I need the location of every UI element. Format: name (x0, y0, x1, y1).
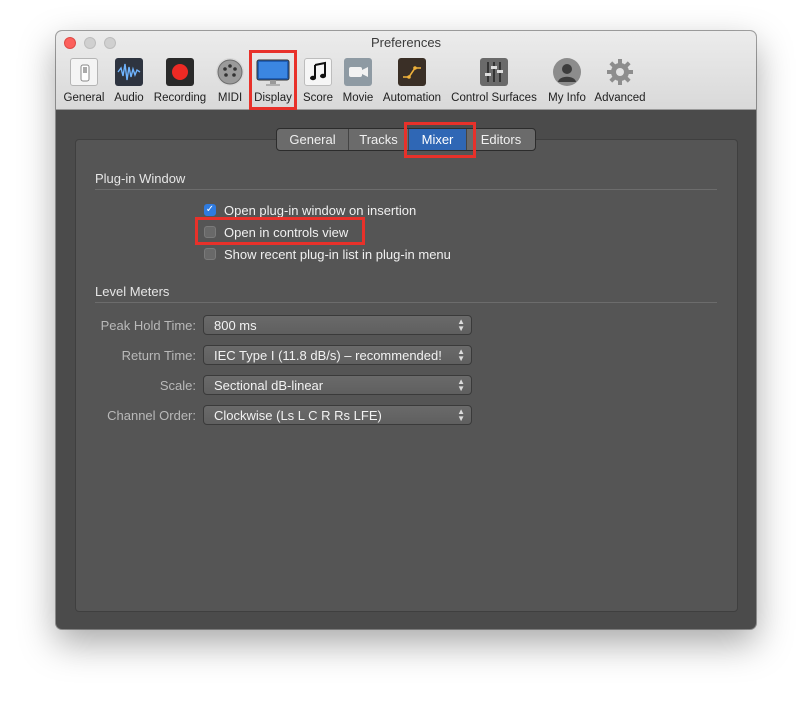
person-icon (553, 58, 581, 86)
toolbar-item-audio[interactable]: Audio (110, 55, 148, 105)
option-label: Open plug-in window on insertion (224, 202, 417, 218)
up-down-arrows-icon: ▲ ▼ (457, 377, 465, 393)
gear-icon (606, 58, 634, 86)
checkbox-open-on-insertion[interactable]: ✓ (204, 204, 216, 216)
music-note-icon (304, 58, 332, 86)
tab-general[interactable]: General (277, 129, 349, 150)
peak-hold-time-popup[interactable]: 800 ms ▲ ▼ (203, 315, 472, 335)
peak-hold-time-label: Peak Hold Time: (100, 318, 196, 333)
up-down-arrows-icon: ▲ ▼ (457, 347, 465, 363)
toolbar-item-automation[interactable]: Automation (380, 55, 444, 105)
scale-label: Scale: (159, 378, 196, 393)
toolbar-label-my-info: My Info (548, 92, 586, 104)
return-time-label: Return Time: (121, 348, 196, 363)
toolbar-item-control-surfaces[interactable]: Control Surfaces (448, 55, 540, 105)
toolbar-item-advanced[interactable]: Advanced (592, 55, 648, 105)
level-meters-heading: Level Meters (95, 284, 170, 299)
tab-editors[interactable]: Editors (467, 129, 535, 150)
popup-value: IEC Type I (11.8 dB/s) – recommended! (214, 348, 442, 363)
checkmark-icon: ✓ (205, 204, 215, 215)
channel-order-popup[interactable]: Clockwise (Ls L C R Rs LFE) ▲ ▼ (203, 405, 472, 425)
toolbar-item-my-info[interactable]: My Info (544, 55, 590, 105)
up-down-arrows-icon: ▲ ▼ (457, 317, 465, 333)
toolbar-item-midi[interactable]: MIDI (214, 55, 246, 105)
level-meters-divider (95, 302, 717, 303)
switch-icon (70, 58, 98, 86)
automation-curve-icon (398, 58, 426, 86)
channel-order-label: Channel Order: (107, 408, 196, 423)
toolbar-label-general: General (63, 92, 105, 104)
tab-tracks[interactable]: Tracks (349, 129, 409, 150)
plugin-window-heading: Plug-in Window (95, 171, 186, 186)
plugin-window-divider (95, 189, 717, 190)
popup-value: Sectional dB-linear (214, 378, 324, 393)
title-bar: Preferences General Audio Recording MIDI… (56, 31, 756, 110)
scale-popup[interactable]: Sectional dB-linear ▲ ▼ (203, 375, 472, 395)
toolbar-item-movie[interactable]: Movie (340, 55, 376, 105)
faders-icon (480, 58, 508, 86)
popup-value: Clockwise (Ls L C R Rs LFE) (214, 408, 382, 423)
display-highlight-box (249, 50, 297, 110)
record-icon (166, 58, 194, 86)
option-show-recent-plugin-list[interactable]: Show recent plug-in list in plug-in menu (204, 245, 451, 263)
toolbar-label-score: Score (302, 92, 334, 104)
video-camera-icon (344, 58, 372, 86)
toolbar-label-advanced: Advanced (594, 92, 646, 104)
toolbar-label-audio: Audio (114, 92, 144, 104)
waveform-icon (115, 58, 143, 86)
midi-connector-icon (216, 58, 244, 86)
option-label: Show recent plug-in list in plug-in menu (224, 246, 451, 262)
toolbar-label-midi: MIDI (217, 92, 243, 104)
toolbar-label-recording: Recording (153, 92, 207, 104)
return-time-popup[interactable]: IEC Type I (11.8 dB/s) – recommended! ▲ ▼ (203, 345, 472, 365)
controls-view-highlight-box (195, 217, 365, 245)
toolbar-label-automation: Automation (382, 92, 442, 104)
toolbar-label-control-surfaces: Control Surfaces (451, 92, 537, 104)
preferences-window: Preferences General Audio Recording MIDI… (56, 31, 756, 629)
toolbar-item-score[interactable]: Score (300, 55, 336, 105)
toolbar-label-movie: Movie (342, 92, 374, 104)
window-title: Preferences (370, 35, 442, 50)
mixer-tab-highlight-box (404, 122, 476, 158)
toolbar-item-recording[interactable]: Recording (151, 55, 209, 105)
checkbox-show-recent-plugin-list[interactable] (204, 248, 216, 260)
toolbar-item-general[interactable]: General (61, 55, 107, 105)
up-down-arrows-icon: ▲ ▼ (457, 407, 465, 423)
popup-value: 800 ms (214, 318, 257, 333)
